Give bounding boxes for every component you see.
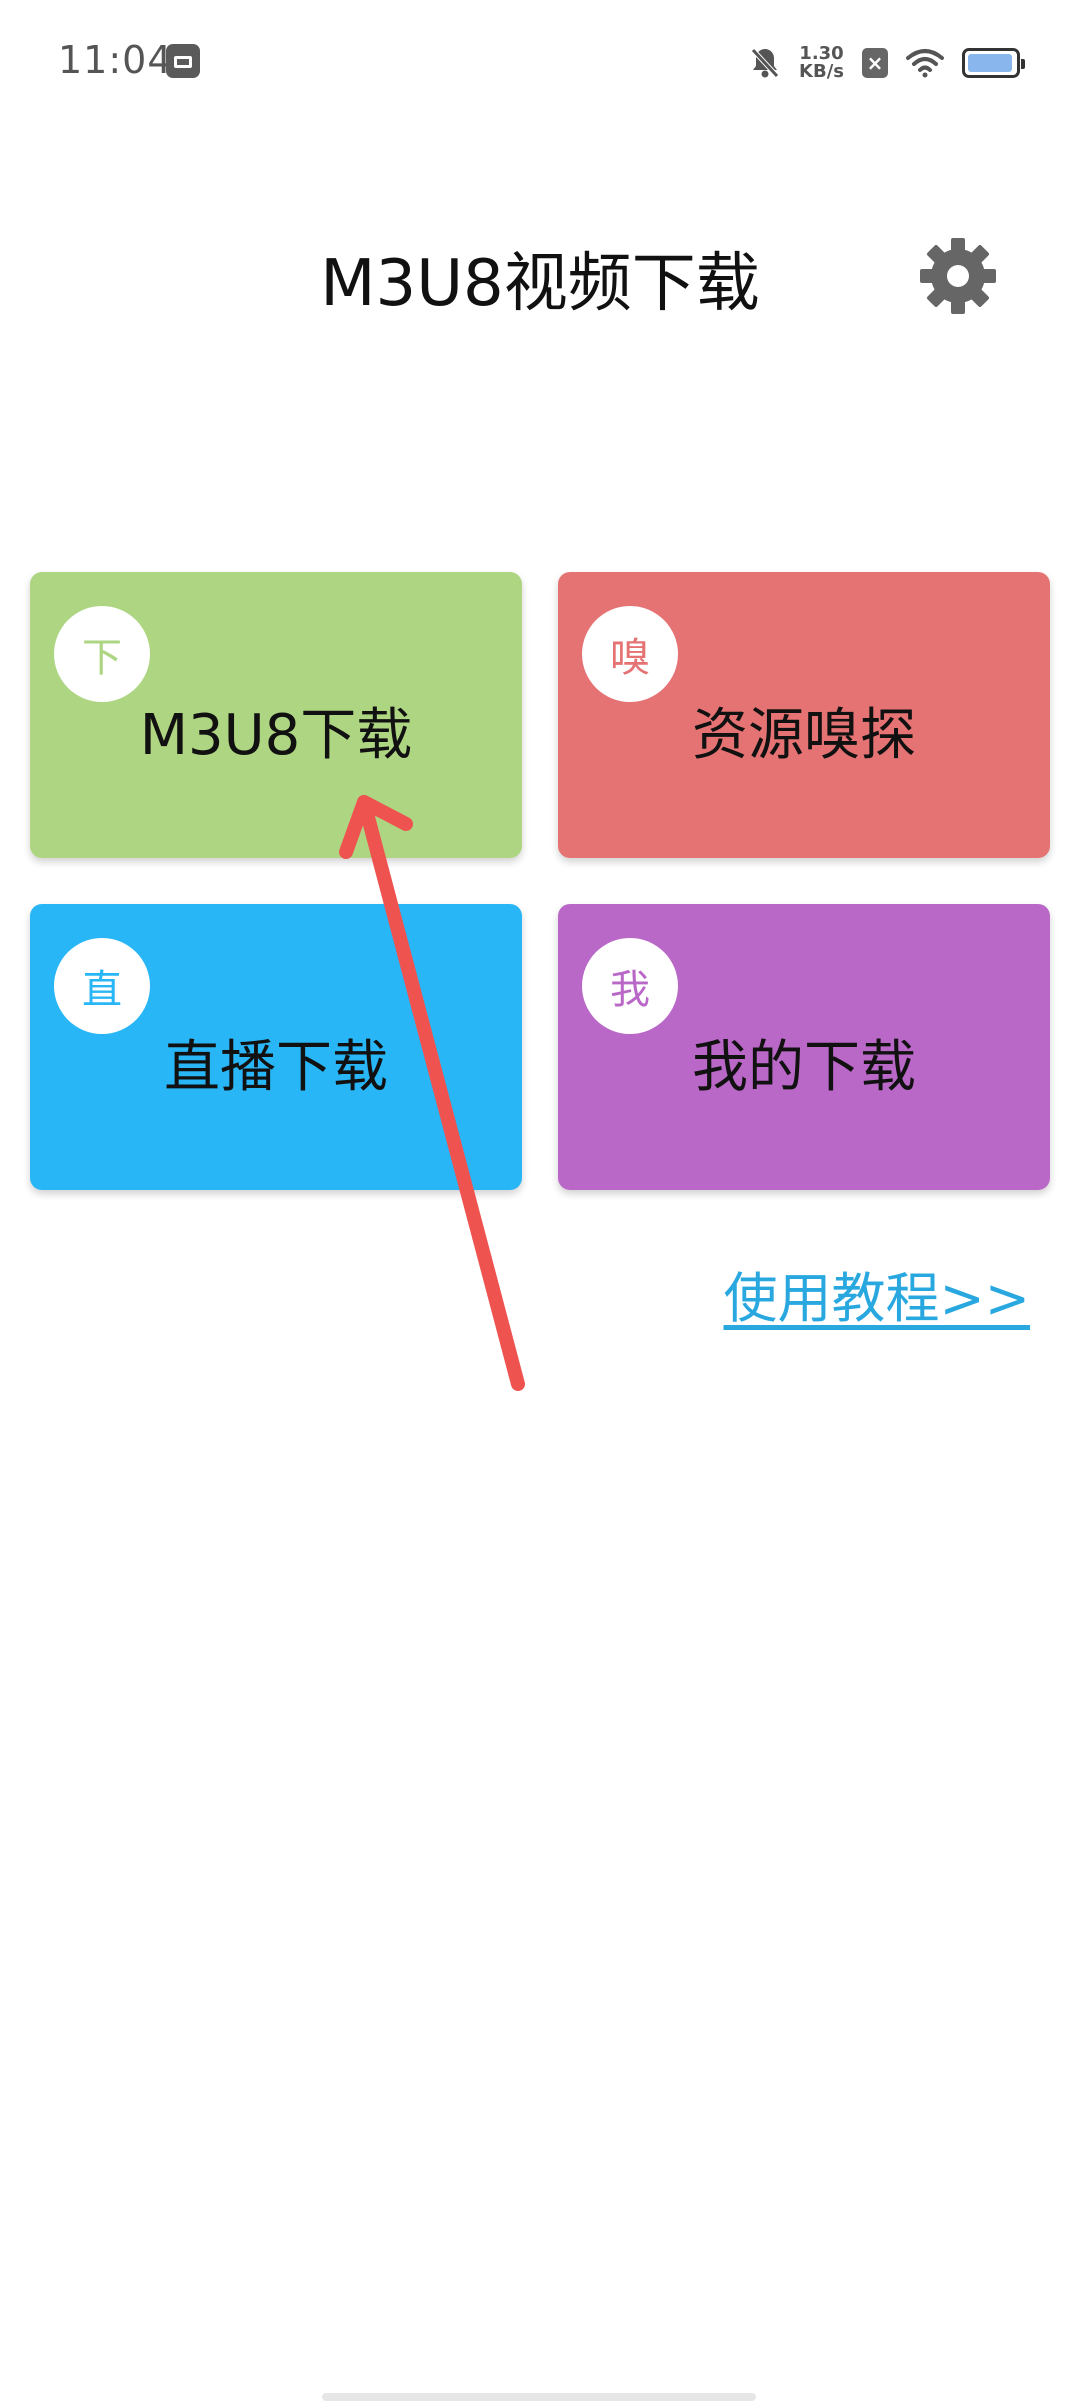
m3u8-download-label: M3U8下载 xyxy=(139,703,413,768)
home-indicator[interactable] xyxy=(322,2393,756,2401)
netspeed-unit: KB/s xyxy=(799,61,844,82)
live-download-label: 直播下载 xyxy=(164,1035,388,1100)
gear-icon xyxy=(920,238,996,314)
resource-sniff-card[interactable]: 嗅 资源嗅探 xyxy=(558,572,1050,858)
live-badge: 直 xyxy=(54,938,150,1034)
mine-badge: 我 xyxy=(582,938,678,1034)
sniff-badge: 嗅 xyxy=(582,606,678,702)
tutorial-link[interactable]: 使用教程>> xyxy=(724,1254,1031,1333)
network-speed: 1.30 KB/s xyxy=(799,45,844,81)
status-icons: 1.30 KB/s × xyxy=(749,38,1025,88)
resource-sniff-label: 资源嗅探 xyxy=(692,703,916,768)
app-notification-icon xyxy=(166,44,200,78)
my-downloads-label: 我的下载 xyxy=(692,1035,916,1100)
settings-button[interactable] xyxy=(918,236,998,316)
close-box-icon: × xyxy=(862,48,888,78)
mute-icon xyxy=(749,46,781,80)
annotation-arrow xyxy=(339,795,525,1391)
battery-level xyxy=(968,54,1012,72)
m3u8-download-card[interactable]: 下 M3U8下载 xyxy=(30,572,522,858)
wifi-icon xyxy=(906,48,944,78)
status-time: 11:04 xyxy=(58,38,173,82)
my-downloads-card[interactable]: 我 我的下载 xyxy=(558,904,1050,1190)
status-bar: 11:04 1.30 KB/s × xyxy=(0,0,1080,130)
live-download-card[interactable]: 直 直播下载 xyxy=(30,904,522,1190)
m3u8-badge: 下 xyxy=(54,606,150,702)
battery-icon xyxy=(962,48,1025,78)
